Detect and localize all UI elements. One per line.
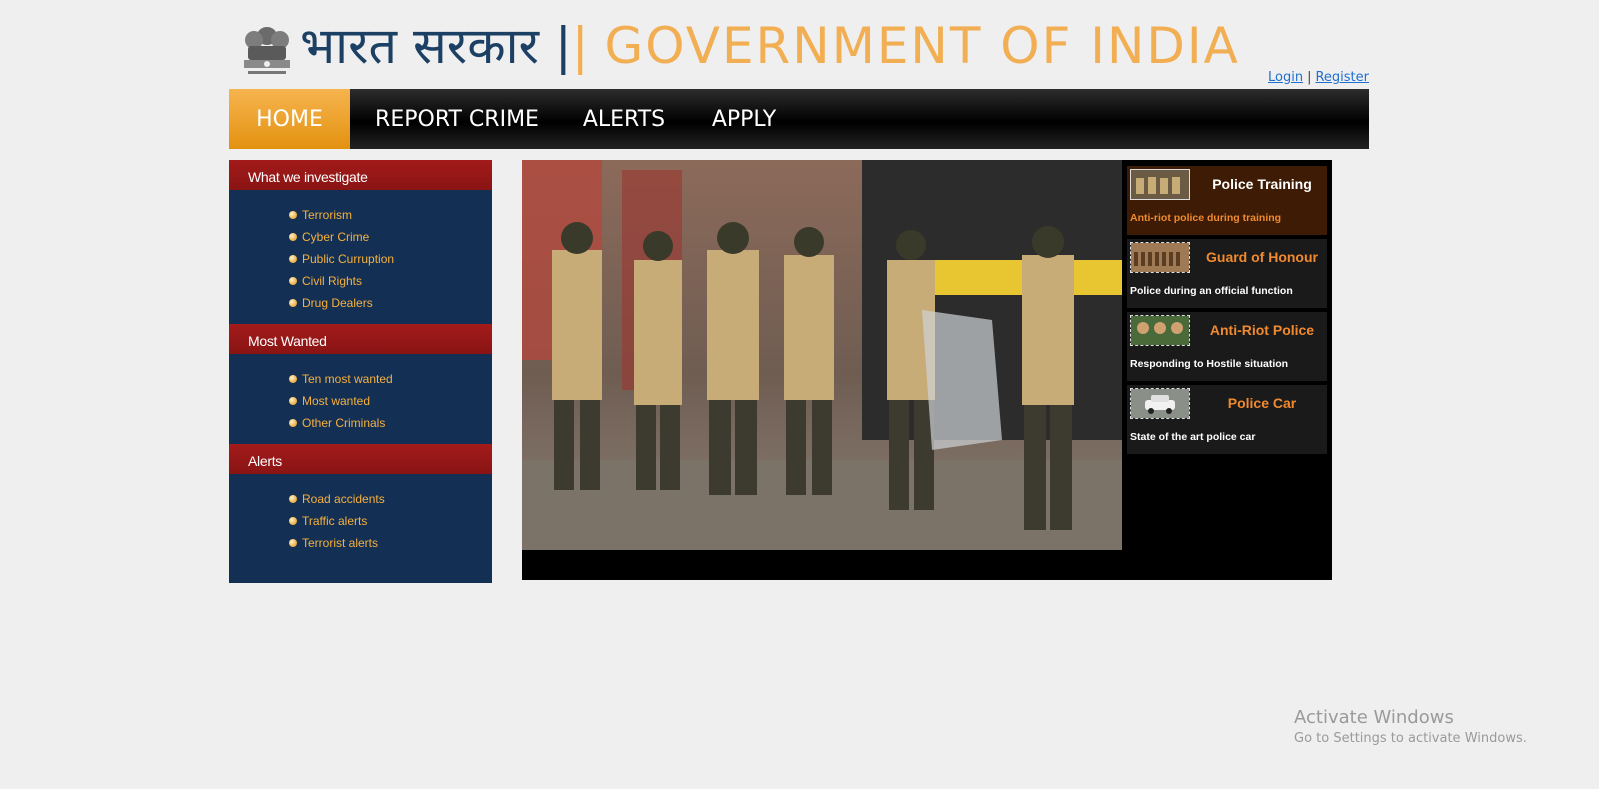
main-nav: HOME REPORT CRIME ALERTS APPLY	[229, 89, 1369, 149]
bullet-icon	[289, 233, 297, 241]
link-label: Civil Rights	[302, 274, 363, 288]
sidebar-link[interactable]: Terrorist alerts	[289, 532, 492, 554]
link-label: Traffic alerts	[302, 514, 368, 528]
login-link[interactable]: Login	[1268, 70, 1303, 85]
watermark-line1: Activate Windows	[1294, 707, 1454, 728]
bullet-icon	[289, 419, 297, 427]
bullet-icon	[289, 495, 297, 503]
link-label: Cyber Crime	[302, 230, 370, 244]
link-label: Public Curruption	[302, 252, 395, 266]
sidebar-link[interactable]: Road accidents	[289, 488, 492, 510]
anti-riot-thumbnail	[1130, 315, 1190, 346]
thumbnail-title: Guard of Honour	[1206, 249, 1318, 265]
sidebar-link[interactable]: Other Criminals	[289, 412, 492, 434]
link-label: Ten most wanted	[302, 372, 393, 386]
bullet-icon	[289, 517, 297, 525]
police-team-photo	[522, 160, 1122, 550]
sidebar-link[interactable]: Civil Rights	[289, 270, 492, 292]
link-label: Road accidents	[302, 492, 385, 506]
title-separator: |	[571, 17, 589, 75]
sidebar-link[interactable]: Drug Dealers	[289, 292, 492, 314]
link-label: Drug Dealers	[302, 296, 373, 310]
nav-report-crime[interactable]: REPORT CRIME	[350, 89, 564, 149]
activate-windows-watermark: Activate Windows Go to Settings to activ…	[1294, 707, 1527, 746]
section-title: Alerts	[229, 444, 492, 474]
sidebar-link[interactable]: Cyber Crime	[289, 226, 492, 248]
thumbnail-item[interactable]: Guard of Honour Police during an officia…	[1127, 239, 1327, 308]
page-wrapper: भारत सरकार || GOVERNMENT OF INDIA Login |…	[229, 0, 1369, 583]
nav-alerts[interactable]: ALERTS	[564, 89, 684, 149]
thumbnail-desc: Anti-riot police during training	[1130, 212, 1282, 224]
english-title: GOVERNMENT OF INDIA	[604, 17, 1240, 75]
nav-apply[interactable]: APPLY	[684, 89, 804, 149]
thumbnail-title: Police Car	[1227, 395, 1297, 411]
investigate-list: Terrorism Cyber Crime Public Curruption …	[229, 190, 492, 324]
bullet-icon	[289, 539, 297, 547]
nav-home[interactable]: HOME	[229, 89, 350, 149]
section-title: What we investigate	[229, 160, 492, 190]
police-car-thumbnail	[1130, 388, 1190, 419]
thumbnail-desc: State of the art police car	[1130, 431, 1256, 443]
site-header: भारत सरकार || GOVERNMENT OF INDIA Login |…	[229, 0, 1369, 89]
sidebar-link[interactable]: Most wanted	[289, 390, 492, 412]
bullet-icon	[289, 397, 297, 405]
register-link[interactable]: Register	[1315, 70, 1369, 85]
section-title: Most Wanted	[229, 324, 492, 354]
title-separator: |	[554, 17, 572, 75]
link-label: Terrorism	[302, 208, 352, 222]
bullet-icon	[289, 375, 297, 383]
photo-gallery: Police Training Anti-riot police during …	[522, 160, 1332, 580]
thumbnail-desc: Responding to Hostile situation	[1130, 358, 1289, 370]
alerts-list: Road accidents Traffic alerts Terrorist …	[229, 474, 492, 564]
thumbnail-list: Police Training Anti-riot police during …	[1127, 166, 1327, 458]
auth-links: Login | Register	[1268, 70, 1369, 85]
bullet-icon	[289, 211, 297, 219]
auth-separator: |	[1307, 70, 1312, 85]
link-label: Most wanted	[302, 394, 371, 408]
bullet-icon	[289, 277, 297, 285]
thumbnail-item[interactable]: Police Training Anti-riot police during …	[1127, 166, 1327, 235]
sidebar-link[interactable]: Ten most wanted	[289, 368, 492, 390]
bullet-icon	[289, 255, 297, 263]
site-title: भारत सरकार || GOVERNMENT OF INDIA	[300, 13, 1240, 79]
thumbnail-item[interactable]: Police Car State of the art police car	[1127, 385, 1327, 454]
hindi-title: भारत सरकार	[300, 17, 539, 75]
guard-thumbnail	[1130, 242, 1190, 273]
bullet-icon	[289, 299, 297, 307]
thumbnail-title: Anti-Riot Police	[1209, 322, 1315, 338]
sidebar-link[interactable]: Public Curruption	[289, 248, 492, 270]
link-label: Other Criminals	[302, 416, 386, 430]
training-thumbnail	[1130, 169, 1190, 200]
national-emblem-icon	[244, 27, 290, 74]
sidebar-link[interactable]: Traffic alerts	[289, 510, 492, 532]
most-wanted-list: Ten most wanted Most wanted Other Crimin…	[229, 354, 492, 444]
sidebar: What we investigate Terrorism Cyber Crim…	[229, 160, 492, 583]
sidebar-link[interactable]: Terrorism	[289, 204, 492, 226]
thumbnail-item[interactable]: Anti-Riot Police Responding to Hostile s…	[1127, 312, 1327, 381]
thumbnail-desc: Police during an official function	[1130, 285, 1293, 297]
thumbnail-title: Police Training	[1212, 176, 1312, 192]
watermark-line2: Go to Settings to activate Windows.	[1294, 731, 1527, 746]
link-label: Terrorist alerts	[302, 536, 379, 550]
